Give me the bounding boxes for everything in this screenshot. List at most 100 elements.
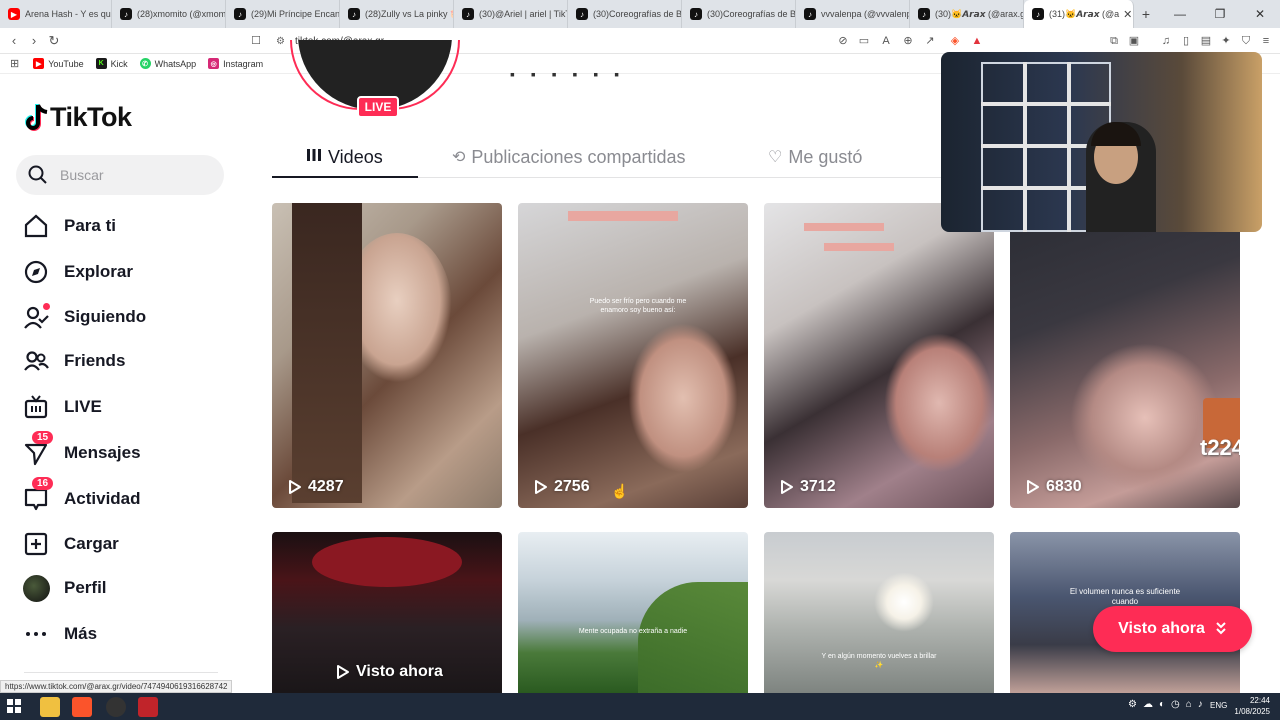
youtube-icon: ▶ bbox=[8, 8, 20, 20]
activity-badge: 16 bbox=[32, 477, 54, 490]
tiktok-icon: ♪ bbox=[1032, 8, 1044, 20]
leo-ai-icon[interactable]: ✦ bbox=[1218, 33, 1234, 49]
browser-tab[interactable]: ♪ (30)Coreografías de Ba bbox=[682, 0, 796, 28]
cast-icon[interactable]: ▭ bbox=[856, 33, 872, 49]
apps-grid-icon[interactable]: ⊞ bbox=[10, 57, 19, 70]
active-tab-indicator bbox=[272, 176, 418, 178]
music-icon[interactable]: ♫ bbox=[1158, 33, 1174, 49]
close-tab-icon[interactable]: ✕ bbox=[1123, 8, 1132, 21]
sidebar-item-siguiendo[interactable]: Siguiendo bbox=[22, 301, 146, 333]
watched-now-button[interactable]: Visto ahora bbox=[1093, 606, 1252, 652]
tiktok-icon: ♪ bbox=[918, 8, 930, 20]
translate-icon[interactable]: A bbox=[878, 33, 894, 49]
zoom-icon[interactable]: ⊕ bbox=[900, 33, 916, 49]
tiktok-icon: ♪ bbox=[120, 8, 132, 20]
video-thumbnail[interactable]: 4287 bbox=[272, 203, 502, 508]
brave-rewards-icon[interactable]: ▲ bbox=[969, 33, 985, 49]
sidebar-item-explorar[interactable]: Explorar bbox=[22, 256, 133, 288]
new-tab-button[interactable]: + bbox=[1134, 6, 1158, 22]
reload-icon[interactable]: ↻ bbox=[44, 33, 64, 49]
windows-start-icon[interactable] bbox=[6, 698, 24, 716]
back-icon[interactable]: ‹ bbox=[4, 33, 24, 48]
system-tray-icons[interactable]: ⚙☁◐◷⌂♪ bbox=[1128, 699, 1209, 710]
video-thumbnail[interactable]: t2245 6830 bbox=[1010, 203, 1240, 508]
sidebar-item-friends[interactable]: Friends bbox=[22, 345, 125, 377]
sidebar-item-cargar[interactable]: Cargar bbox=[22, 528, 119, 560]
browser-tab[interactable]: ♪ (28)Zully vs La pinky 🐷 bbox=[340, 0, 454, 28]
search-input[interactable]: Buscar bbox=[16, 155, 224, 195]
browser-tab[interactable]: ♪ (30)Coreografías de Ba bbox=[568, 0, 682, 28]
sidebar-item-actividad[interactable]: 16 Actividad bbox=[22, 477, 141, 515]
brave-browser-icon[interactable] bbox=[72, 697, 92, 717]
share-icon[interactable]: ↗ bbox=[922, 33, 938, 49]
sidebar-item-mensajes[interactable]: 15 Mensajes bbox=[22, 431, 141, 469]
sidebar-item-mas[interactable]: Más bbox=[22, 618, 97, 650]
notification-dot bbox=[43, 303, 50, 310]
screenshot-icon[interactable]: ▣ bbox=[1126, 33, 1142, 49]
kick-icon: K bbox=[95, 58, 107, 69]
video-caption: Puedo ser frío pero cuando me enamoro so… bbox=[589, 298, 687, 315]
vpn-icon[interactable]: ⛉ bbox=[1238, 33, 1254, 49]
following-icon bbox=[22, 303, 50, 331]
profile-stats-clipped: ▪ ▪ ▪ ▪ ▪ ▪ bbox=[510, 66, 626, 82]
browser-tab-active[interactable]: ♪ (31)🐱𝘼𝙧𝙖𝙭 (@a ✕ bbox=[1024, 0, 1134, 28]
bookmark-youtube[interactable]: ▶ YouTube bbox=[33, 58, 84, 69]
tab-videos[interactable]: Videos bbox=[306, 136, 383, 178]
tiktok-logo[interactable]: TikTok bbox=[24, 102, 132, 133]
video-thumbnail[interactable]: Mente ocupada no extraña a nadie bbox=[518, 532, 748, 693]
sidebar-item-live[interactable]: LIVE bbox=[22, 391, 102, 423]
browser-tab[interactable]: ♪ (29)Mi Príncipe Encant bbox=[226, 0, 340, 28]
app-icon[interactable] bbox=[138, 697, 158, 717]
heart-slash-icon: ♡ bbox=[768, 149, 783, 166]
sidebar-item-para-ti[interactable]: Para ti bbox=[22, 210, 116, 242]
live-tv-icon bbox=[22, 393, 50, 421]
brave-shield-icon[interactable]: ◈ bbox=[947, 33, 963, 49]
friends-icon bbox=[22, 347, 50, 375]
tab-me-gusto[interactable]: ♡ Me gustó bbox=[768, 136, 862, 178]
live-badge[interactable]: LIVE bbox=[357, 96, 399, 118]
browser-tab[interactable]: ♪ (28)xmomito (@xmom bbox=[112, 0, 226, 28]
browser-tab[interactable]: ♪ (30)🐱𝘼𝙧𝙖𝙭 (@arax.gr) bbox=[910, 0, 1024, 28]
sidebar-item-perfil[interactable]: Perfil bbox=[22, 572, 107, 604]
video-thumbnail[interactable]: Puedo ser frío pero cuando me enamoro so… bbox=[518, 203, 748, 508]
wallet-icon[interactable]: ▤ bbox=[1198, 33, 1214, 49]
bookmark-instagram[interactable]: ◎ Instagram bbox=[208, 58, 263, 69]
play-icon bbox=[535, 480, 547, 494]
tiktok-icon: ♪ bbox=[804, 8, 816, 20]
sidebar-divider bbox=[24, 672, 218, 673]
windows-taskbar: ⚙☁◐◷⌂♪ ENG 22:44 1/08/2025 bbox=[0, 693, 1280, 720]
language-indicator[interactable]: ENG bbox=[1210, 701, 1227, 710]
whatsapp-icon: ✆ bbox=[139, 58, 151, 69]
video-thumbnail[interactable]: Visto ahora bbox=[272, 532, 502, 693]
forward-icon[interactable]: › bbox=[24, 33, 44, 48]
browser-tab[interactable]: ♪ (30)@Ariel | ariel | TikT bbox=[454, 0, 568, 28]
bookmark-whatsapp[interactable]: ✆ WhatsApp bbox=[139, 58, 196, 69]
site-settings-icon[interactable]: ⚙ bbox=[276, 36, 285, 47]
file-explorer-icon[interactable] bbox=[40, 697, 60, 717]
tab-publicaciones-compartidas[interactable]: ⟲ Publicaciones compartidas bbox=[452, 136, 686, 178]
bookmark-kick[interactable]: K Kick bbox=[95, 58, 128, 69]
close-window-button[interactable]: ✕ bbox=[1240, 0, 1280, 28]
minimize-button[interactable]: — bbox=[1160, 0, 1200, 28]
extensions-icon[interactable]: ⧉ bbox=[1106, 33, 1122, 49]
video-thumbnail[interactable]: Y en algún momento vuelves a brillar ✨ bbox=[764, 532, 994, 693]
play-icon bbox=[1027, 480, 1039, 494]
block-icon[interactable]: ⊘ bbox=[835, 33, 851, 49]
youtube-icon: ▶ bbox=[33, 58, 45, 69]
view-count: 6830 bbox=[1026, 478, 1082, 496]
tiktok-icon: ♪ bbox=[462, 8, 474, 20]
more-icon bbox=[22, 620, 50, 648]
clock[interactable]: 22:44 1/08/2025 bbox=[1234, 695, 1270, 717]
browser-tab[interactable]: ▶ Arena Hash - Y es qué bbox=[0, 0, 112, 28]
home-icon bbox=[22, 212, 50, 240]
menu-icon[interactable]: ≡ bbox=[1258, 33, 1274, 49]
obs-icon[interactable] bbox=[106, 697, 126, 717]
video-thumbnail[interactable]: 3712 bbox=[764, 203, 994, 508]
play-icon bbox=[337, 665, 349, 679]
tiktok-icon: ♪ bbox=[234, 8, 246, 20]
browser-tab-bar: ▶ Arena Hash - Y es qué ♪ (28)xmomito (@xm… bbox=[0, 0, 1280, 28]
maximize-button[interactable]: ❐ bbox=[1200, 0, 1240, 28]
browser-tab[interactable]: ♪ vvvalenpa (@vvvalenp bbox=[796, 0, 910, 28]
sidebar-icon[interactable]: ▯ bbox=[1178, 33, 1194, 49]
bookmark-icon[interactable]: ☐ bbox=[248, 33, 264, 49]
